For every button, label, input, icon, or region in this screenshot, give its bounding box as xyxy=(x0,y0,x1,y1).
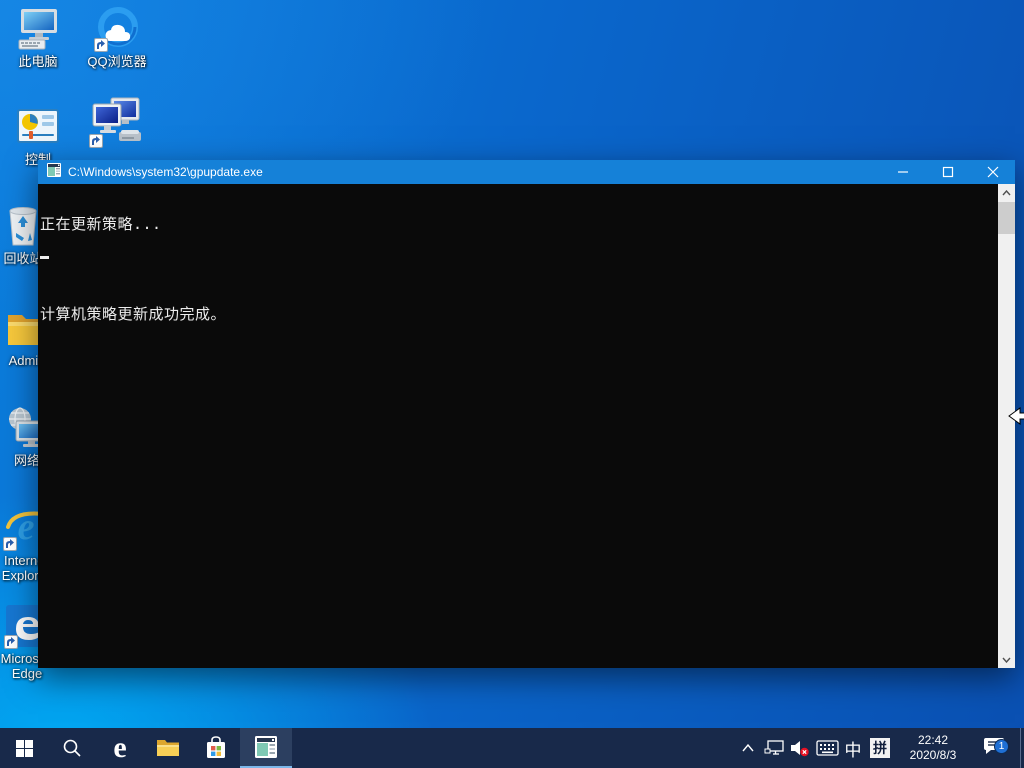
mouse-cursor xyxy=(1008,407,1024,430)
taskbar: e xyxy=(0,728,1024,768)
store-icon xyxy=(205,736,227,760)
desktop-icon-remote-computers[interactable] xyxy=(85,96,149,148)
keyboard-icon xyxy=(816,740,839,756)
scroll-up-icon[interactable] xyxy=(998,184,1015,201)
desktop-icon-this-pc[interactable]: 此电脑 xyxy=(6,6,70,69)
desktop: 此电脑 QQ浏览器 控 xyxy=(0,0,1024,768)
window-title: C:\Windows\system32\gpupdate.exe xyxy=(68,165,880,179)
ime-pinyin-label: 拼 xyxy=(870,738,890,758)
desktop-icon-label: 回收站 xyxy=(3,251,42,266)
control-panel-icon xyxy=(15,104,61,150)
search-button[interactable] xyxy=(48,728,96,768)
dual-monitors-icon xyxy=(89,96,145,148)
file-explorer-icon xyxy=(156,738,180,758)
window-titlebar[interactable]: C:\Windows\system32\gpupdate.exe xyxy=(38,160,1015,184)
tray-ime-pinyin[interactable]: 拼 xyxy=(866,728,894,768)
desktop-icon-label: 网络 xyxy=(14,453,40,468)
shortcut-arrow-icon xyxy=(89,134,103,148)
taskbar-store-button[interactable] xyxy=(192,728,240,768)
tray-volume[interactable] xyxy=(787,728,813,768)
qq-browser-icon xyxy=(94,6,140,52)
desktop-icon-label: QQ浏览器 xyxy=(87,54,146,69)
tray-touch-keyboard[interactable] xyxy=(813,728,841,768)
ime-mode-label: 中 xyxy=(845,736,862,761)
shortcut-arrow-icon xyxy=(4,635,18,649)
scrollbar-thumb[interactable] xyxy=(998,202,1015,234)
clock-time: 22:42 xyxy=(918,733,948,748)
console-line-blank xyxy=(40,262,226,277)
windows-logo-icon xyxy=(16,740,33,757)
search-icon xyxy=(62,738,82,758)
console-line: 正在更新策略... xyxy=(40,217,226,232)
start-button[interactable] xyxy=(0,728,48,768)
taskbar-file-explorer-button[interactable] xyxy=(144,728,192,768)
desktop-icon-label: 此电脑 xyxy=(18,54,57,69)
maximize-button[interactable] xyxy=(925,160,970,184)
console-app-icon xyxy=(46,162,62,183)
console-output-area[interactable]: 正在更新策略... 计算机策略更新成功完成。 xyxy=(38,184,1015,668)
tray-clock[interactable]: 22:42 2020/8/3 xyxy=(898,728,968,768)
tray-show-hidden-icons[interactable] xyxy=(735,728,761,768)
action-center-button[interactable]: 1 xyxy=(972,728,1016,768)
console-window-icon xyxy=(253,734,279,760)
clock-date: 2020/8/3 xyxy=(910,748,957,763)
volume-muted-icon xyxy=(790,739,810,757)
desktop-icon-control-panel[interactable]: 控制 xyxy=(6,104,70,167)
chevron-up-icon xyxy=(742,744,754,752)
notification-badge: 1 xyxy=(994,739,1009,754)
taskbar-edge-button[interactable]: e xyxy=(96,728,144,768)
minimize-button[interactable] xyxy=(880,160,925,184)
taskbar-console-button[interactable] xyxy=(240,728,292,768)
network-status-icon xyxy=(764,739,784,757)
show-desktop-button[interactable] xyxy=(1020,728,1024,768)
console-line: 计算机策略更新成功完成。 xyxy=(40,307,226,322)
edge-icon: e xyxy=(113,734,126,762)
console-cursor xyxy=(40,256,49,259)
close-button[interactable] xyxy=(970,160,1015,184)
shortcut-arrow-icon xyxy=(3,537,17,551)
shortcut-arrow-icon xyxy=(94,38,108,52)
console-output: 正在更新策略... 计算机策略更新成功完成。 xyxy=(40,187,226,352)
console-window: C:\Windows\system32\gpupdate.exe 正在更新策略.… xyxy=(38,160,1015,668)
desktop-icon-qq-browser[interactable]: QQ浏览器 xyxy=(85,6,149,69)
this-pc-icon xyxy=(15,6,61,52)
tray-ime-language[interactable]: 中 xyxy=(841,728,865,768)
tray-network[interactable] xyxy=(761,728,787,768)
scroll-down-icon[interactable] xyxy=(998,651,1015,668)
